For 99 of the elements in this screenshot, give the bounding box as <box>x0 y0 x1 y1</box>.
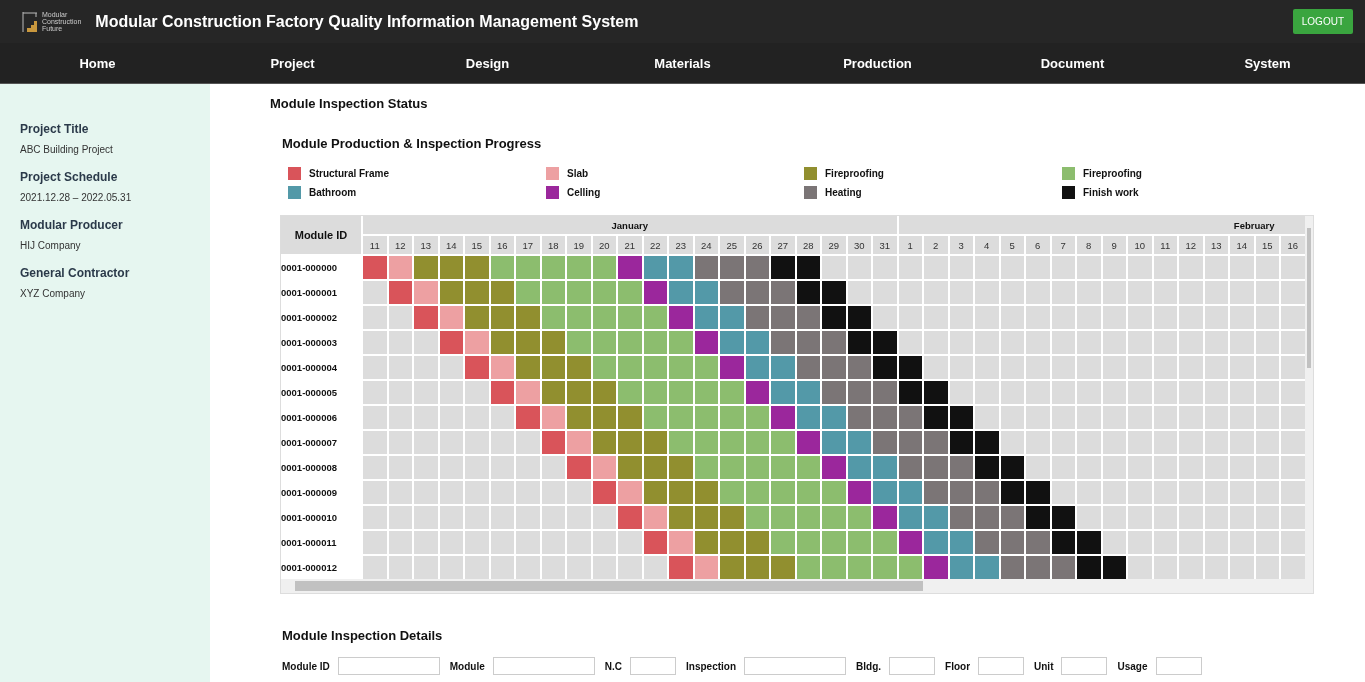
module-id-cell-text: 0001-000004 <box>281 361 338 375</box>
module-id-cell-text: 0001-000002 <box>281 311 338 325</box>
day-header: 30 <box>847 236 871 254</box>
field-label: Module ID <box>282 660 330 672</box>
module-id-cell-text: 0001-000006 <box>281 411 338 425</box>
day-header: 8 <box>1077 236 1101 254</box>
day-header: 6 <box>1026 236 1050 254</box>
day-header: 12 <box>1179 236 1203 254</box>
day-header: 4 <box>975 236 999 254</box>
module-id-cell-text: 0001-000008 <box>281 461 338 475</box>
day-header: 11 <box>363 236 387 254</box>
input-field[interactable] <box>492 657 595 675</box>
day-header: 14 <box>1230 236 1254 254</box>
day-header: 12 <box>388 236 412 254</box>
module-id-cell-text: 0001-000001 <box>281 286 338 300</box>
module-id-cell-text: 0001-000007 <box>281 436 338 450</box>
day-header: 24 <box>694 236 718 254</box>
module-id-cell-text: 0001-000012 <box>281 561 338 575</box>
day-header: 15 <box>465 236 489 254</box>
input-field[interactable] <box>889 657 936 675</box>
module-id-cell-text: 0001-000000 <box>281 261 338 275</box>
legend-label: Finish work <box>1083 187 1139 198</box>
day-header: 21 <box>618 236 642 254</box>
nav-item[interactable]: System <box>1170 43 1365 83</box>
day-header: 11 <box>1153 236 1177 254</box>
day-header: 2 <box>924 236 948 254</box>
legend-label: Bathroom <box>309 187 357 198</box>
input-field[interactable] <box>1061 657 1108 675</box>
field-label: Inspection <box>686 660 737 672</box>
sidebar-label: Project Schedule <box>20 170 119 184</box>
day-header: 14 <box>439 236 463 254</box>
module-id-cell-text: 0001-000005 <box>281 386 338 400</box>
legend-label: Heating <box>825 187 862 198</box>
day-header: 7 <box>1051 236 1075 254</box>
module-id-cell-text: 0001-000011 <box>281 536 338 550</box>
nav-item[interactable]: Production <box>780 43 975 83</box>
month-header: February <box>898 216 1305 234</box>
day-header: 3 <box>949 236 973 254</box>
input-field[interactable] <box>744 657 847 675</box>
legend-label: Fireproofing <box>1083 168 1142 179</box>
nav-item[interactable]: Design <box>390 43 585 83</box>
building-icon <box>22 10 38 33</box>
day-header: 29 <box>822 236 846 254</box>
sidebar-value: ABC Building Project <box>20 144 114 155</box>
horizontal-scrollbar[interactable] <box>281 579 1313 593</box>
input-field[interactable] <box>337 657 440 675</box>
month-header: January <box>363 216 897 234</box>
day-header: 23 <box>669 236 693 254</box>
day-header: 19 <box>567 236 591 254</box>
legend-label: Celling <box>567 187 601 198</box>
nav-item[interactable]: Materials <box>585 43 780 83</box>
legend-label: Fireproofing <box>825 168 884 179</box>
field-label: Unit <box>1034 660 1054 672</box>
sidebar-value: HIJ Company <box>20 240 82 251</box>
field-label: N.C <box>604 660 622 672</box>
day-header: 17 <box>516 236 540 254</box>
sidebar-value: 2021.12.28 – 2022.05.31 <box>20 192 133 203</box>
nav-item[interactable]: Project <box>195 43 390 83</box>
day-header: 13 <box>414 236 438 254</box>
day-header: 18 <box>541 236 565 254</box>
field-label: Usage <box>1117 660 1148 672</box>
column-header: Module ID <box>281 216 361 254</box>
legend-label: Slab <box>567 168 589 179</box>
day-header: 25 <box>720 236 744 254</box>
sidebar-label: Project Title <box>20 122 90 136</box>
day-header: 16 <box>1281 236 1305 254</box>
field-label: Bldg. <box>856 660 882 672</box>
day-header: 9 <box>1102 236 1126 254</box>
sidebar-value: XYZ Company <box>20 288 87 299</box>
input-field[interactable] <box>630 657 676 675</box>
sidebar-label: Modular Producer <box>20 218 124 232</box>
day-header: 22 <box>643 236 667 254</box>
day-header: 5 <box>1000 236 1024 254</box>
input-field[interactable] <box>1155 657 1202 675</box>
nav-item[interactable]: Home <box>0 43 195 83</box>
module-id-cell-text: 0001-000009 <box>281 486 338 500</box>
legend-label: Structural Frame <box>309 168 390 179</box>
field-label: Module <box>449 660 485 672</box>
module-id-cell-text: 0001-000003 <box>281 336 338 350</box>
sidebar-label: General Contractor <box>20 266 131 280</box>
app-title: Modular Construction Factory Quality Information Management System <box>95 12 640 31</box>
day-header: 20 <box>592 236 616 254</box>
day-header: 16 <box>490 236 514 254</box>
input-field[interactable] <box>978 657 1025 675</box>
day-header: 15 <box>1255 236 1279 254</box>
page-title: Module Inspection Status <box>270 96 429 111</box>
day-header: 10 <box>1128 236 1152 254</box>
section-title: Module Production & Inspection Progress <box>282 136 543 151</box>
module-id-cell-text: 0001-000010 <box>281 511 338 525</box>
day-header: 31 <box>873 236 897 254</box>
vertical-scrollbar[interactable] <box>1304 216 1313 579</box>
day-header: 13 <box>1204 236 1228 254</box>
day-header: 27 <box>771 236 795 254</box>
field-label: Floor <box>945 660 971 672</box>
day-header: 1 <box>898 236 922 254</box>
day-header: 26 <box>745 236 769 254</box>
nav-item[interactable]: Document <box>975 43 1170 83</box>
day-header: 28 <box>796 236 820 254</box>
section-title: Module Inspection Details <box>282 628 444 643</box>
